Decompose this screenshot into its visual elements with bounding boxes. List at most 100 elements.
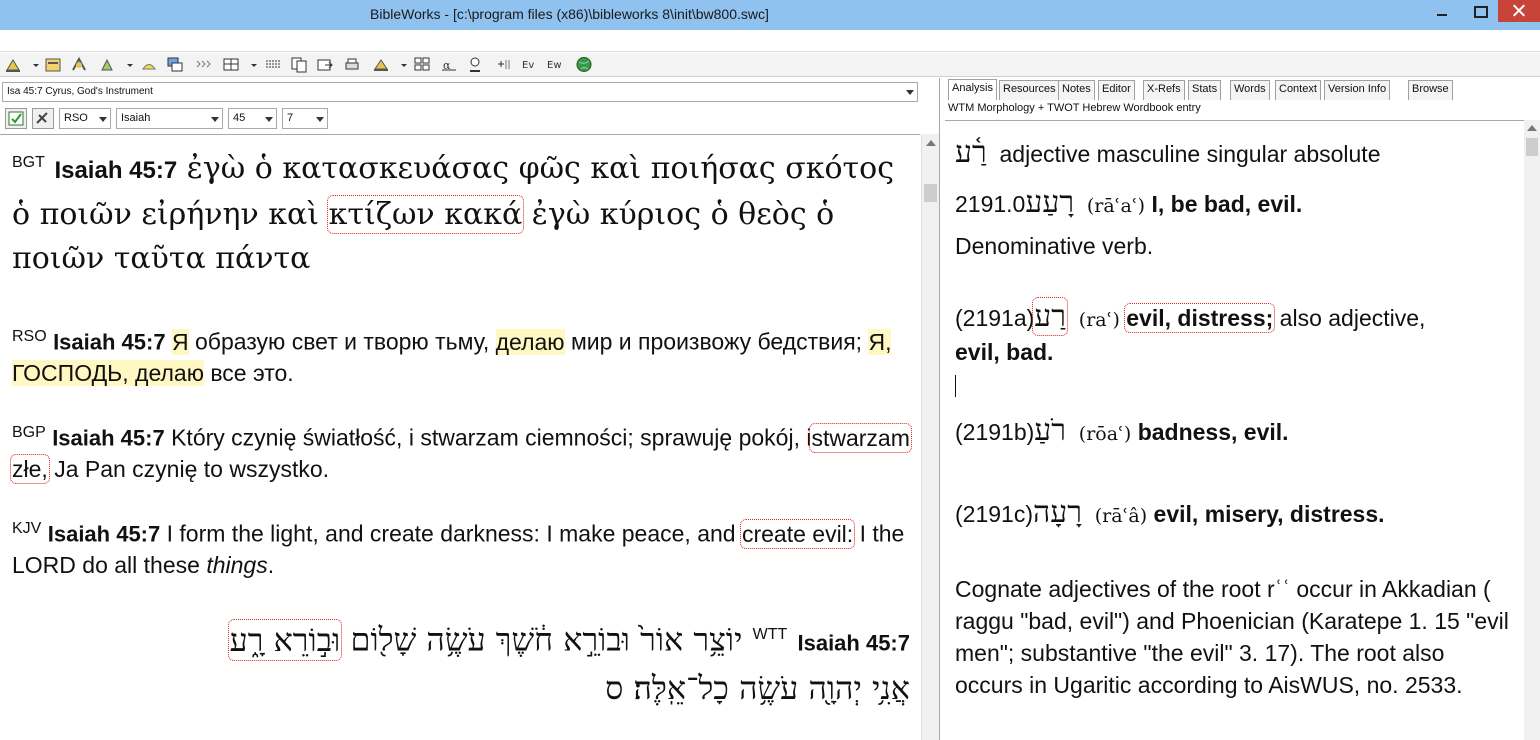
vertical-scrollbar[interactable]: [1524, 120, 1540, 740]
tab-browse[interactable]: Browse: [1408, 80, 1453, 100]
add-icon[interactable]: [494, 56, 512, 73]
close-button[interactable]: [1498, 0, 1540, 22]
minimize-button[interactable]: [1424, 0, 1460, 22]
chevron-down-icon[interactable]: [245, 56, 257, 73]
arrows-icon[interactable]: [194, 56, 212, 73]
highlighted-word[interactable]: create evil:: [739, 518, 856, 549]
paragraph-text: "bad, evil") and Phoenician (Karatepe 1.…: [955, 608, 1509, 698]
verse-reference[interactable]: Isaiah 45:7: [797, 631, 910, 656]
verse-text[interactable]: Ja Pan czynię to wszystko.: [54, 456, 329, 482]
word-icon[interactable]: [98, 56, 116, 73]
lexicon-icon[interactable]: [140, 56, 158, 73]
gloss: I, be bad, evil.: [1151, 191, 1303, 217]
tab-words[interactable]: Words: [1230, 80, 1270, 100]
entry-2191a: (2191a)רַע (raʿ) evil, distress; also ad…: [955, 297, 1426, 336]
list-icon[interactable]: [264, 56, 282, 73]
verse-check-button[interactable]: [5, 108, 27, 129]
verse-reference[interactable]: Isaiah 45:7: [48, 522, 161, 547]
maximize-button[interactable]: [1461, 0, 1497, 22]
tab-editor[interactable]: Editor: [1098, 80, 1135, 100]
tab-stats[interactable]: Stats: [1188, 80, 1222, 100]
word-list-icon[interactable]: Ew: [546, 56, 564, 73]
tab-version-info[interactable]: Version Info: [1324, 80, 1391, 100]
hebrew-headword[interactable]: רַ֫ע: [955, 135, 987, 170]
chevron-down-icon[interactable]: [121, 56, 133, 73]
transliteration: (rāʿâ): [1094, 505, 1148, 527]
italic-word[interactable]: things: [206, 552, 267, 578]
editor-icon[interactable]: [466, 56, 484, 73]
scroll-thumb[interactable]: [924, 184, 937, 202]
version-label[interactable]: RSO: [12, 328, 47, 345]
verse-reference[interactable]: Isaiah 45:7: [52, 426, 165, 451]
verse-wtt: Isaiah 45:7 WTT יוֹצֵ֥ר אוֹר֙ וּבוֹרֵ֣א …: [12, 613, 910, 710]
highlighted-word[interactable]: κτίζων κακά: [326, 195, 525, 234]
verse-bgt: BGT Isaiah 45:7 ἐγὼ ὁ κατασκευάσας φῶς κ…: [12, 141, 912, 281]
verse-text[interactable]: אֲנִ֥י יְהוָ֖ה עֹשֶׂ֥ה כָל־אֵֽלֶּה׃ ס: [605, 669, 910, 707]
verse-text[interactable]: יוֹצֵ֥ר אוֹר֙ וּבוֹרֵ֣א חֹ֔שֶׁךְ עֹשֶׂ֥ה…: [350, 621, 742, 659]
layout-icon[interactable]: [413, 56, 431, 73]
tab-notes[interactable]: Notes: [1058, 80, 1095, 100]
grid-icon[interactable]: [222, 56, 240, 73]
book-select[interactable]: Isaiah: [116, 108, 223, 129]
verse-text[interactable]: мир и произвожу бедствия;: [571, 329, 862, 355]
highlighted-word[interactable]: делаю: [495, 328, 565, 355]
vertical-scrollbar[interactable]: [921, 134, 939, 740]
entry-text: also adjective,: [1279, 305, 1426, 331]
chevron-down-icon: [211, 117, 219, 122]
verse-text[interactable]: I form the light, and create darkness: I…: [167, 521, 736, 547]
globe-icon[interactable]: [575, 56, 593, 73]
hebrew-headword[interactable]: רַע: [1032, 297, 1068, 336]
stats-icon[interactable]: [372, 56, 390, 73]
passage-select[interactable]: Isa 45:7 Cyrus, God's Instrument: [2, 82, 918, 102]
chevron-down-icon[interactable]: [395, 56, 407, 73]
tab-context[interactable]: Context: [1275, 80, 1321, 100]
scroll-up-icon[interactable]: [1527, 125, 1537, 131]
verse-reference[interactable]: Isaiah 45:7: [53, 330, 166, 355]
search-icon[interactable]: [4, 56, 22, 73]
analysis-icon[interactable]: α: [440, 56, 458, 73]
verse-text[interactable]: Który czynię światłość, i stwarzam ciemn…: [171, 425, 811, 451]
highlighted-word[interactable]: וּב֣וֹרֵא רָ֑ע: [227, 618, 343, 661]
version-label[interactable]: BGP: [12, 424, 46, 441]
menu-bar: [0, 30, 1540, 52]
export-icon[interactable]: [316, 56, 334, 73]
chevron-down-icon: [316, 117, 324, 122]
version-label[interactable]: KJV: [12, 520, 41, 537]
verse-text[interactable]: образую свет и творю тьму,: [195, 329, 489, 355]
version-select[interactable]: RSO: [59, 108, 111, 129]
windows-icon[interactable]: [166, 56, 184, 73]
verse-select[interactable]: 7: [282, 108, 328, 129]
link-button[interactable]: [32, 108, 54, 129]
hebrew-headword[interactable]: רָעַע: [1025, 185, 1074, 220]
svg-text:Ew: Ew: [547, 60, 562, 71]
verse-text[interactable]: .: [268, 552, 274, 578]
tab-resources[interactable]: Resources: [999, 80, 1060, 100]
copy-icon[interactable]: [290, 56, 308, 73]
highlighted-word[interactable]: Я: [171, 328, 189, 355]
verse-reference[interactable]: Isaiah 45:7: [54, 157, 177, 184]
tab-x-refs[interactable]: X-Refs: [1143, 80, 1185, 100]
tab-analysis[interactable]: Analysis: [948, 79, 997, 100]
navigation-row: RSO Isaiah 45 7: [0, 106, 940, 132]
version-label[interactable]: WTT: [753, 626, 788, 643]
browse-icon[interactable]: [44, 56, 62, 73]
chapter-select[interactable]: 45: [228, 108, 277, 129]
hebrew-headword[interactable]: רָעָה: [1033, 495, 1082, 530]
version-label[interactable]: BGT: [12, 154, 45, 171]
browse-text-area: BGT Isaiah 45:7 ἐγὼ ὁ κατασκευάσας φῶς κ…: [0, 134, 920, 740]
analysis-window: Analysis Resources Notes Editor X-Refs S…: [945, 78, 1540, 740]
entry-note: Denominative verb.: [955, 233, 1154, 259]
analysis-subtitle: WTM Morphology + TWOT Hebrew Wordbook en…: [948, 102, 1201, 114]
analysis-content: רַ֫ע adjective masculine singular absolu…: [945, 120, 1525, 740]
print-icon[interactable]: [343, 56, 361, 73]
scroll-thumb[interactable]: [1526, 138, 1538, 156]
verse-select-value: 7: [287, 112, 294, 124]
verse-text[interactable]: все это.: [210, 360, 293, 386]
hebrew-headword[interactable]: רֹעַ: [1034, 413, 1066, 448]
chapter-select-value: 45: [233, 112, 246, 124]
version-icon[interactable]: Ev: [520, 56, 538, 73]
chevron-down-icon[interactable]: [27, 56, 39, 73]
akkadian-word: raggu: [955, 608, 1014, 634]
tools-icon[interactable]: [70, 56, 88, 73]
scroll-up-icon[interactable]: [926, 140, 936, 146]
